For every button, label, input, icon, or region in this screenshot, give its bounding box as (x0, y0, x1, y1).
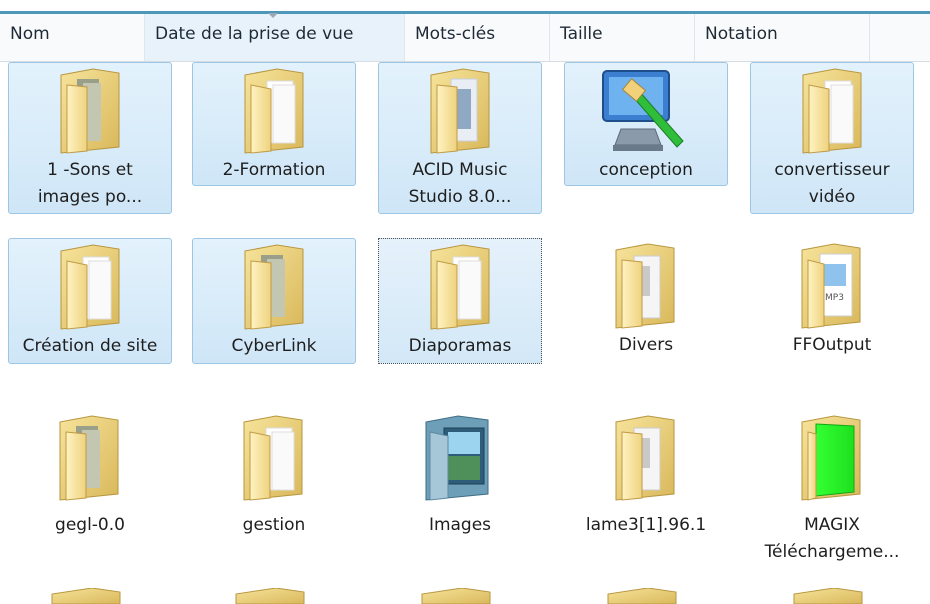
folder-item[interactable]: Divers (564, 238, 728, 364)
item-label-line1: conception (599, 160, 693, 180)
folder-item[interactable]: lame3[1].96.1 (564, 410, 728, 586)
column-header-size[interactable]: Taille (550, 14, 695, 61)
folder-files-icon (60, 68, 120, 154)
folder-files-icon (615, 415, 675, 501)
folder-icon (243, 415, 303, 501)
folder-item[interactable]: Création de site (8, 238, 172, 364)
folder-files-icon (430, 68, 490, 154)
folder-icon (430, 244, 490, 330)
folder-icon (802, 68, 862, 154)
folder-item-focused[interactable]: Diaporamas (378, 238, 542, 364)
item-label-line1: Diaporamas (408, 336, 512, 356)
folder-item[interactable]: MP3 FFOutput (750, 238, 914, 364)
window-top-border (0, 0, 930, 14)
folder-item[interactable]: 2-Formation (192, 62, 356, 186)
folder-item[interactable]: Images (378, 410, 542, 586)
folder-item[interactable]: CyberLink (192, 238, 356, 364)
folder-files-icon (244, 244, 304, 330)
item-label-line1: ACID Music (412, 160, 508, 180)
item-label-line2: vidéo (808, 187, 856, 207)
item-label-line1: lame3[1].96.1 (585, 515, 707, 535)
folder-item[interactable]: gegl-0.0 (8, 410, 172, 586)
folder-green-icon (801, 415, 861, 501)
item-label-line1: MAGIX (804, 515, 860, 535)
folder-item[interactable]: MAGIX Téléchargeme... (750, 410, 914, 586)
column-header-date-taken[interactable]: Date de la prise de vue (145, 14, 405, 61)
folder-files-icon (59, 415, 119, 501)
item-label-line1: Images (428, 515, 492, 535)
item-label-line2: Studio 8.0... (408, 187, 512, 207)
item-label-line1: FFOutput (792, 335, 872, 355)
item-label-line2: images po... (37, 187, 143, 207)
folder-item[interactable]: 1 -Sons et images po... (8, 62, 172, 214)
item-label-line1: CyberLink (231, 336, 317, 356)
computer-brush-icon (602, 70, 684, 151)
item-label-line1: Divers (618, 335, 674, 355)
item-label-line1: gegl-0.0 (55, 515, 125, 535)
folder-item[interactable]: convertisseur vidéo (750, 62, 914, 214)
item-label-line2: Téléchargeme... (764, 542, 900, 562)
folder-icon (244, 68, 304, 154)
item-label-line1: convertisseur (774, 160, 890, 180)
folder-images-icon (425, 415, 489, 501)
folder-files-icon (615, 243, 675, 329)
column-header-name[interactable]: Nom (0, 14, 145, 61)
column-header-rating[interactable]: Notation (695, 14, 870, 61)
column-header-spacer (870, 14, 930, 61)
folder-item[interactable]: ACID Music Studio 8.0... (378, 62, 542, 214)
item-label-line1: gestion (242, 515, 306, 535)
folder-mp3-icon: MP3 (801, 243, 861, 329)
item-label-line1: 1 -Sons et (47, 160, 133, 180)
sort-arrow-icon (268, 13, 278, 18)
column-header-bar: Nom Date de la prise de vue Mots-clés Ta… (0, 14, 930, 62)
folder-icon (60, 244, 120, 330)
svg-text:MP3: MP3 (825, 293, 844, 303)
item-label-line1: Création de site (22, 336, 158, 356)
folder-item[interactable]: conception (564, 62, 728, 186)
folder-item[interactable]: gestion (192, 410, 356, 586)
column-header-keywords[interactable]: Mots-clés (405, 14, 550, 61)
next-row-folders-partial (51, 588, 863, 604)
item-label-line1: 2-Formation (222, 160, 326, 180)
